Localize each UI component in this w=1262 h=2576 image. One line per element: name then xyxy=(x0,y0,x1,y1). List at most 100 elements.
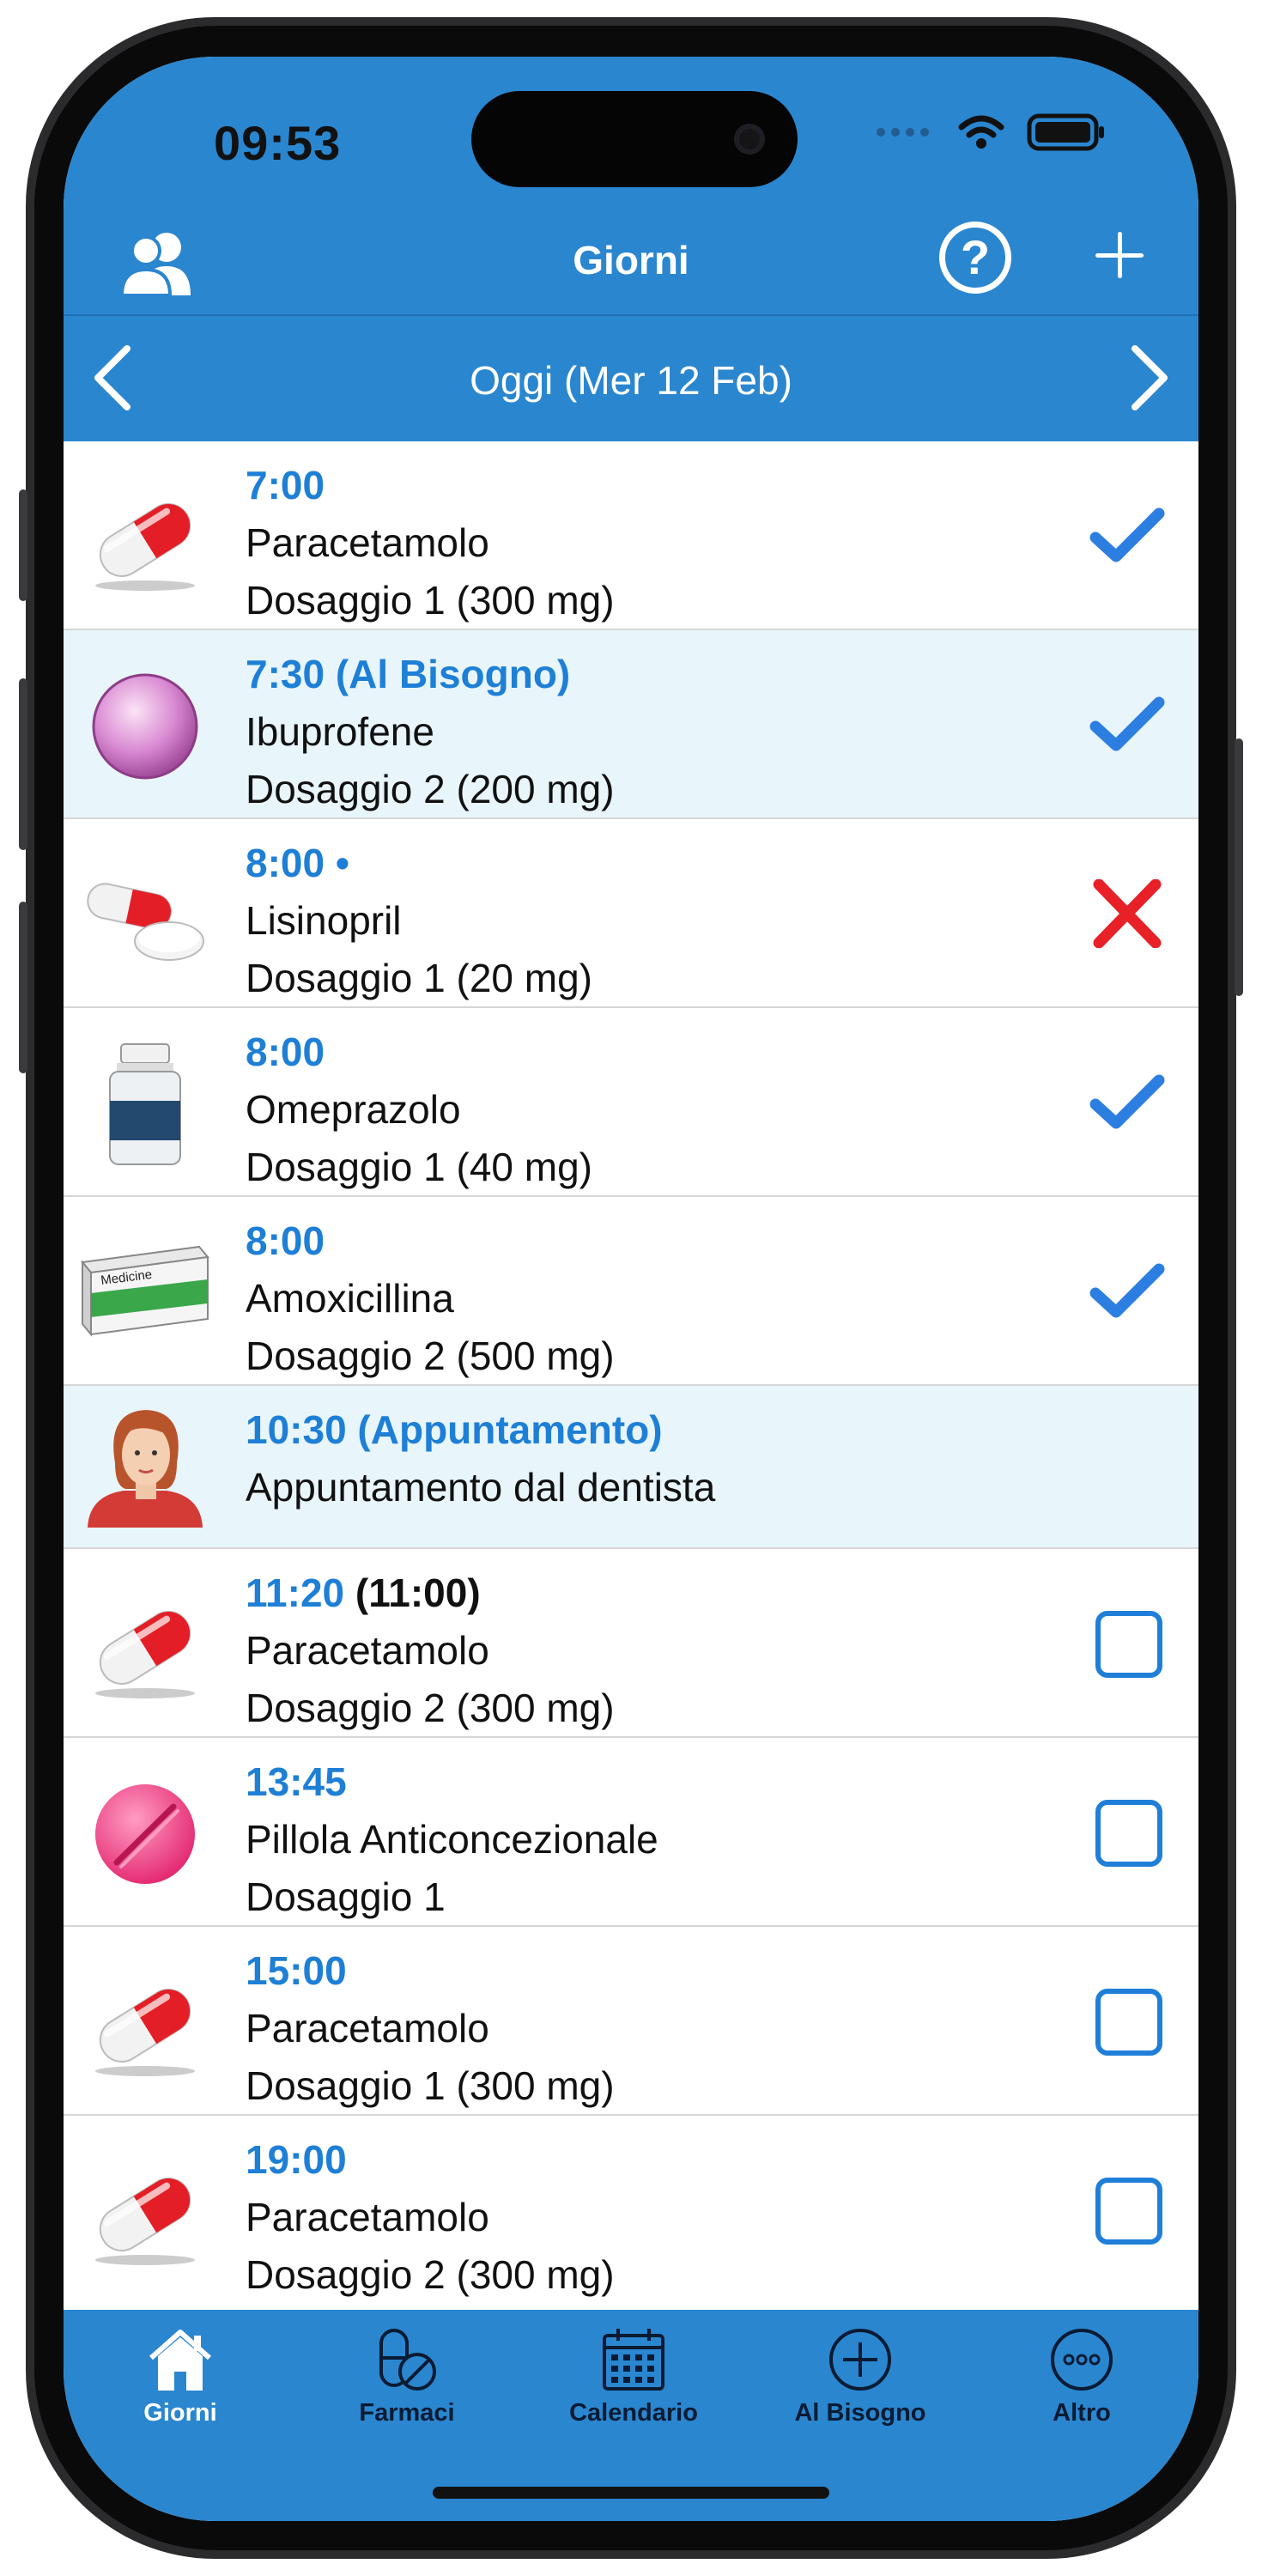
medication-name: Lisinopril xyxy=(246,898,402,943)
list-item[interactable]: 11:20 (11:00) Paracetamolo Dosaggio 2 (3… xyxy=(64,1549,1198,1738)
list-item[interactable]: 7:00 Paracetamolo Dosaggio 1 (300 mg) xyxy=(64,441,1198,630)
taken-checkmark-icon[interactable] xyxy=(1089,690,1166,759)
calendar-icon xyxy=(603,2329,664,2391)
row-text: 7:00 Paracetamolo Dosaggio 1 (300 mg) xyxy=(246,457,615,629)
battery-icon xyxy=(1027,113,1104,151)
pink-tablet-icon xyxy=(95,1784,195,1884)
date-bar: Oggi (Mer 12 Feb) xyxy=(64,316,1198,441)
dose-time: 7:30 (Al Bisogno) xyxy=(246,652,571,696)
dose-time: 8:00 xyxy=(246,1030,325,1074)
dose-time: 19:00 xyxy=(246,2137,347,2182)
dose-time-line: 11:20 (11:00) xyxy=(246,1564,615,1622)
power-button xyxy=(1235,738,1243,996)
pill-bottle-icon xyxy=(109,1043,181,1165)
tab-label: Calendario xyxy=(569,2399,698,2427)
medication-name: Pillola Anticoncezionale xyxy=(246,1817,658,1862)
taken-checkmark-icon[interactable] xyxy=(1089,1068,1166,1137)
tab-label: Al Bisogno xyxy=(794,2399,926,2427)
pending-checkbox[interactable] xyxy=(1095,2178,1162,2245)
medication-name: Paracetamolo xyxy=(246,520,489,565)
signal-dots-icon xyxy=(877,128,929,137)
home-indicator[interactable] xyxy=(433,2487,829,2499)
dose-amount: Dosaggio 1 (300 mg) xyxy=(246,578,615,623)
medication-name: Paracetamolo xyxy=(246,2195,489,2239)
list-item[interactable]: 15:00 Paracetamolo Dosaggio 1 (300 mg) xyxy=(64,1927,1198,2116)
appointment-item[interactable]: 10:30 (Appuntamento) Appuntamento dal de… xyxy=(64,1386,1198,1549)
medication-name: Amoxicillina xyxy=(246,1276,454,1321)
row-text: 11:20 (11:00) Paracetamolo Dosaggio 2 (3… xyxy=(246,1564,615,1737)
dose-amount: Dosaggio 1 (40 mg) xyxy=(246,1145,592,1189)
app-screen: 09:53 Giorni ? Oggi (Mer 12 Feb) 7:00 Pa… xyxy=(64,57,1198,2521)
row-text: 8:00 Omeprazolo Dosaggio 1 (40 mg) xyxy=(246,1024,592,1196)
row-text: 8:00 • Lisinopril Dosaggio 1 (20 mg) xyxy=(246,835,592,1007)
volume-up-button xyxy=(19,678,27,850)
dynamic-island xyxy=(471,91,798,187)
medication-name: Paracetamolo xyxy=(246,2006,489,2050)
dose-amount: Dosaggio 2 (300 mg) xyxy=(246,1686,615,1730)
medication-name: Ibuprofene xyxy=(246,709,434,754)
woman-avatar-icon xyxy=(88,1410,203,1528)
row-text: 10:30 (Appuntamento) Appuntamento dal de… xyxy=(246,1401,715,1516)
next-day-chevron-icon[interactable] xyxy=(1113,343,1181,412)
tab-calendario[interactable]: Calendario xyxy=(520,2325,747,2427)
appointment-time: 10:30 (Appuntamento) xyxy=(246,1407,663,1452)
current-date-label[interactable]: Oggi (Mer 12 Feb) xyxy=(64,357,1198,404)
capsule-icon xyxy=(95,503,195,591)
dose-amount: Dosaggio 1 (300 mg) xyxy=(246,2063,615,2108)
row-text: 15:00 Paracetamolo Dosaggio 1 (300 mg) xyxy=(246,1942,615,2115)
row-text: 8:00 Amoxicillina Dosaggio 2 (500 mg) xyxy=(246,1212,615,1385)
camera-icon xyxy=(734,124,765,155)
dose-amount: Dosaggio 1 (20 mg) xyxy=(246,956,592,1000)
pending-checkbox[interactable] xyxy=(1095,1800,1162,1867)
pills-icon xyxy=(379,2329,436,2391)
tab-farmaci[interactable]: Farmaci xyxy=(294,2325,520,2427)
dose-amount: Dosaggio 1 xyxy=(246,1874,446,1919)
row-text: 13:45 Pillola Anticoncezionale Dosaggio … xyxy=(246,1753,658,1926)
tab-al-bisogno[interactable]: Al Bisogno xyxy=(747,2325,974,2427)
capsule-icon xyxy=(95,1611,195,1698)
status-time: 09:53 xyxy=(214,116,342,170)
circle-plus-icon xyxy=(829,2329,891,2391)
medicine-box-icon: Medicine xyxy=(81,1245,209,1337)
help-button[interactable]: ? xyxy=(939,222,1011,294)
circle-ellipsis-icon xyxy=(1051,2329,1113,2391)
tab-giorni[interactable]: Giorni xyxy=(67,2325,294,2427)
list-item[interactable]: 8:00 Omeprazolo Dosaggio 1 (40 mg) xyxy=(64,1008,1198,1197)
dose-time: 8:00 xyxy=(246,1218,325,1263)
medication-name: Omeprazolo xyxy=(246,1087,461,1132)
original-time: (11:00) xyxy=(355,1571,481,1615)
tab-label: Farmaci xyxy=(359,2399,455,2427)
pending-checkbox[interactable] xyxy=(1095,1611,1162,1678)
dose-amount: Dosaggio 2 (300 mg) xyxy=(246,2252,615,2297)
pending-checkbox[interactable] xyxy=(1095,1989,1162,2056)
wifi-icon xyxy=(958,115,1004,149)
list-item[interactable]: 19:00 Paracetamolo Dosaggio 2 (300 mg) xyxy=(64,2116,1198,2305)
dose-time: 7:00 xyxy=(246,463,325,507)
missed-cross-icon[interactable] xyxy=(1089,879,1166,948)
dose-time: 8:00 • xyxy=(246,841,349,885)
status-icons xyxy=(877,113,1106,151)
volume-down-button xyxy=(19,902,27,1073)
navigation-bar: Giorni ? xyxy=(64,203,1198,314)
mute-switch xyxy=(19,489,27,601)
taken-checkmark-icon[interactable] xyxy=(1089,501,1166,570)
schedule-list: 7:00 Paracetamolo Dosaggio 1 (300 mg) 7:… xyxy=(64,441,1198,2305)
list-item[interactable]: 7:30 (Al Bisogno) Ibuprofene Dosaggio 2 … xyxy=(64,630,1198,819)
list-item[interactable]: 13:45 Pillola Anticoncezionale Dosaggio … xyxy=(64,1738,1198,1927)
dose-amount: Dosaggio 2 (500 mg) xyxy=(246,1334,615,1378)
add-button[interactable] xyxy=(1085,220,1154,289)
capsule-icon xyxy=(95,2178,195,2265)
page-title: Giorni xyxy=(573,238,689,283)
row-text: 19:00 Paracetamolo Dosaggio 2 (300 mg) xyxy=(246,2131,615,2304)
capsule-and-tablet-icon xyxy=(87,883,204,961)
list-item[interactable]: Medicine 8:00 Amoxicillina Dosaggio 2 (5… xyxy=(64,1197,1198,1386)
dose-time: 15:00 xyxy=(246,1948,347,1993)
dose-time: 13:45 xyxy=(246,1759,347,1804)
list-item[interactable]: 8:00 • Lisinopril Dosaggio 1 (20 mg) xyxy=(64,819,1198,1008)
pink-pearl-pill-icon xyxy=(92,673,198,780)
row-text: 7:30 (Al Bisogno) Ibuprofene Dosaggio 2 … xyxy=(246,646,615,818)
tab-altro[interactable]: Altro xyxy=(968,2325,1195,2427)
medication-name: Paracetamolo xyxy=(246,1628,489,1673)
taken-checkmark-icon[interactable] xyxy=(1089,1257,1166,1326)
tab-label: Giorni xyxy=(143,2399,217,2427)
